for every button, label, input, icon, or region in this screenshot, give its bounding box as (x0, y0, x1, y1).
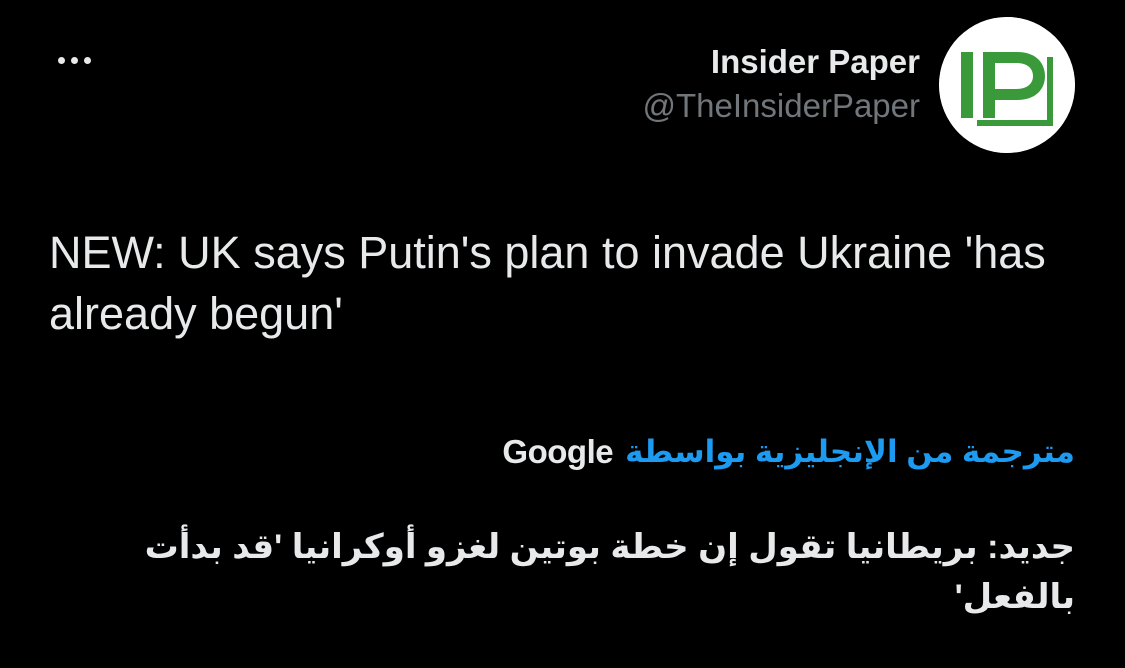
author-handle[interactable]: @TheInsiderPaper (643, 84, 920, 128)
author-display-name[interactable]: Insider Paper (643, 40, 920, 84)
more-dot-icon (70, 56, 78, 64)
translated-tweet-text: جديد: بريطانيا تقول إن خطة بوتين لغزو أو… (144, 528, 1075, 616)
more-dot-icon (83, 56, 91, 64)
translation-label-link[interactable]: مترجمة من الإنجليزية بواسطة (625, 428, 1075, 476)
tweet-text: NEW: UK says Putin's plan to invade Ukra… (49, 227, 1046, 339)
more-dot-icon (57, 56, 65, 64)
translation-attribution: مترجمة من الإنجليزية بواسطة Google (502, 428, 1075, 476)
avatar[interactable]: IP (939, 17, 1075, 153)
insider-paper-logo-icon: IP (939, 17, 1075, 153)
more-options-button[interactable] (50, 48, 98, 72)
google-logo: Google (502, 433, 614, 470)
author-info[interactable]: Insider Paper @TheInsiderPaper (643, 40, 920, 128)
